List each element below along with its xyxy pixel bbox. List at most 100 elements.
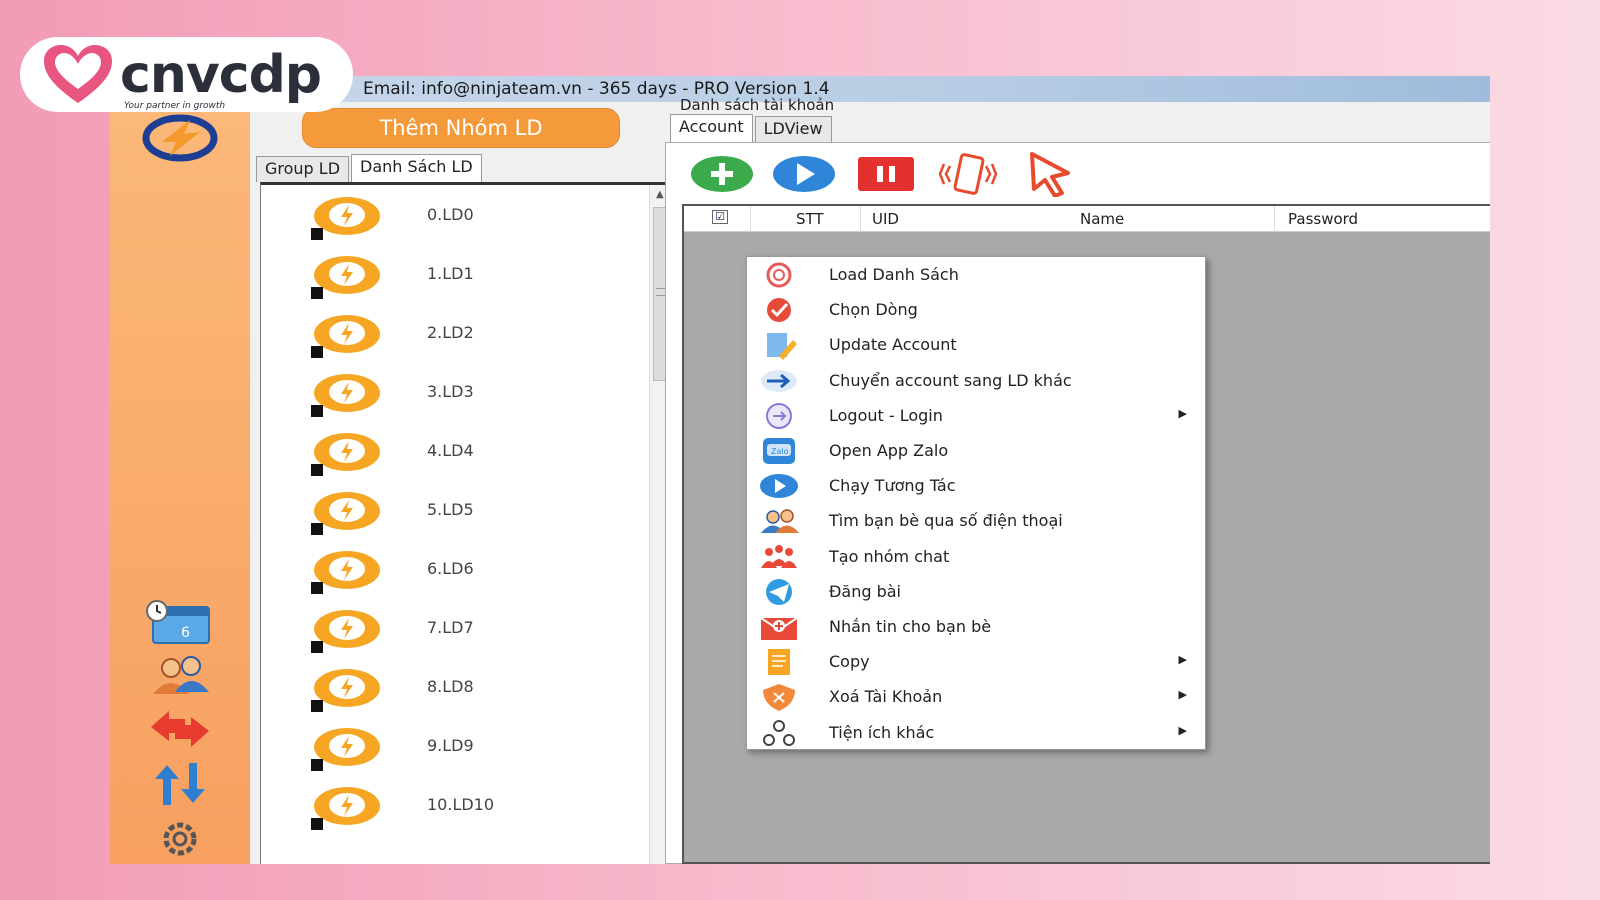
menu-item-label: Tạo nhóm chat [829, 546, 950, 566]
list-item[interactable]: 2.LD2 [311, 309, 611, 359]
ldplayer-icon [311, 669, 380, 712]
svg-text:Zalo: Zalo [771, 447, 789, 456]
pause-icon [858, 157, 914, 191]
submenu-arrow-icon: ▶ [1178, 653, 1187, 667]
context-menu: Load Danh Sách Chọn Dòng Update Account Chu… [746, 256, 1206, 750]
cursor-button[interactable] [1018, 150, 1082, 198]
add-icon [691, 156, 753, 192]
calendar-icon[interactable]: 6 [145, 598, 215, 646]
add-group-button[interactable]: Thêm Nhóm LD [302, 108, 620, 148]
scroll-up-arrow[interactable]: ▲ [656, 189, 664, 200]
menu-item[interactable]: Update Account [747, 327, 1205, 362]
submenu-arrow-icon: ▶ [1178, 406, 1187, 420]
list-item-label: 2.LD2 [427, 323, 474, 342]
list-item-label: 3.LD3 [427, 382, 474, 401]
pause-button[interactable] [854, 150, 918, 198]
add-button[interactable] [690, 150, 754, 198]
copy-icon [757, 647, 801, 677]
menu-item-label: Chọn Dòng [829, 300, 918, 320]
gear-icon[interactable] [145, 812, 215, 860]
menu-item-label: Logout - Login [829, 405, 943, 425]
column-password[interactable]: Password [1288, 210, 1358, 228]
menu-item[interactable]: Logout - Login ▶ [747, 398, 1205, 433]
tab-danh-sach-ld[interactable]: Danh Sách LD [351, 154, 482, 182]
delete-shield-icon [757, 682, 801, 712]
menu-item-label: Update Account [829, 335, 957, 355]
list-item[interactable]: 8.LD8 [311, 663, 611, 713]
telegram-icon [757, 577, 801, 607]
tab-account[interactable]: Account [670, 114, 753, 142]
select-all-checkbox[interactable]: ☑ [712, 210, 728, 224]
list-item[interactable]: 9.LD9 [311, 722, 611, 772]
list-item-label: 7.LD7 [427, 618, 474, 637]
list-item[interactable]: 1.LD1 [311, 250, 611, 300]
menu-item-label: Open App Zalo [829, 441, 949, 460]
group-chat-icon [757, 542, 801, 572]
utilities-icon [757, 718, 801, 748]
brand-tagline: Your partner in growth [124, 100, 226, 111]
grid-header: ☑ STT UID Name Password [684, 206, 1490, 232]
ldplayer-icon [311, 492, 380, 535]
list-item[interactable]: 5.LD5 [311, 486, 611, 536]
list-item[interactable]: 7.LD7 [311, 604, 611, 654]
list-item[interactable]: 10.LD10 [311, 781, 611, 831]
menu-item[interactable]: Chuyển account sang LD khác [747, 363, 1205, 398]
menu-item[interactable]: Tạo nhóm chat [747, 539, 1205, 574]
menu-item[interactable]: Xoá Tài Khoản ▶ [747, 679, 1205, 714]
tab-group-ld[interactable]: Group LD [256, 156, 350, 182]
list-item-label: 5.LD5 [427, 500, 474, 519]
menu-item[interactable]: Đăng bài [747, 574, 1205, 609]
menu-item[interactable]: Zalo Open App Zalo [747, 433, 1205, 468]
list-item-label: 1.LD1 [427, 264, 474, 283]
menu-item[interactable]: Chọn Dòng [747, 292, 1205, 327]
tab-ldview[interactable]: LDView [754, 116, 832, 142]
svg-text:6: 6 [181, 625, 190, 641]
app-window: Email: info@ninjateam.vn - 365 days - PR… [110, 76, 1490, 864]
menu-item[interactable]: Tìm bạn bè qua số điện thoại [747, 503, 1205, 538]
menu-item-label: Đăng bài [829, 581, 901, 601]
phone-shake-button[interactable] [936, 150, 1000, 198]
users-icon[interactable] [145, 652, 215, 700]
submenu-arrow-icon: ▶ [1178, 723, 1187, 737]
ldplayer-icon [311, 374, 380, 417]
column-stt[interactable]: STT [796, 210, 824, 228]
menu-item[interactable]: Tiện ích khác ▶ [747, 715, 1205, 750]
reload-icon [757, 260, 801, 290]
menu-item-label: Xoá Tài Khoản [829, 687, 943, 707]
menu-item-label: Copy [829, 652, 870, 672]
heart-logo-icon [44, 44, 112, 103]
submenu-arrow-icon: ▶ [1178, 688, 1187, 702]
list-item[interactable]: 0.LD0 [311, 191, 611, 241]
menu-item[interactable]: Chạy Tương Tác [747, 468, 1205, 503]
brand-name: cnvcdp [120, 44, 322, 105]
edit-document-icon [757, 330, 801, 361]
play-button[interactable] [772, 150, 836, 198]
group-tabs: Group LD Danh Sách LD [256, 154, 484, 182]
ld-list: ▲ 0.LD0 1.LD1 2.LD2 3.LD3 4.LD4 5.LD5 6.LD6 7.L… [260, 182, 672, 864]
menu-item[interactable]: Load Danh Sách [747, 257, 1205, 292]
menu-item-label: Nhắn tin cho bạn bè [829, 617, 992, 636]
ldplayer-icon [311, 728, 380, 771]
list-item[interactable]: 6.LD6 [311, 545, 611, 595]
menu-item-label: Tìm bạn bè qua số điện thoại [829, 511, 1063, 531]
list-item[interactable]: 3.LD3 [311, 368, 611, 418]
column-name[interactable]: Name [1080, 210, 1124, 228]
brand-badge: cnvcdp Your partner in growth [20, 37, 353, 112]
account-tabs: Account LDView [670, 114, 834, 142]
sidebar-rail: 6 [110, 76, 250, 864]
play-circle-icon [757, 471, 801, 501]
list-item[interactable]: 4.LD4 [311, 427, 611, 477]
list-item-label: 8.LD8 [427, 677, 474, 696]
menu-item-label: Chuyển account sang LD khác [829, 370, 1072, 390]
menu-item[interactable]: Copy ▶ [747, 644, 1205, 679]
sort-arrows-icon[interactable] [145, 760, 215, 808]
sync-arrows-icon[interactable] [145, 704, 215, 752]
ldplayer-icon [311, 315, 380, 358]
list-item-label: 10.LD10 [427, 795, 495, 814]
column-uid[interactable]: UID [872, 210, 899, 228]
ldplayer-icon [311, 551, 380, 594]
zalo-icon: Zalo [757, 436, 801, 466]
play-icon [773, 156, 835, 192]
menu-item[interactable]: Nhắn tin cho bạn bè [747, 609, 1205, 644]
cursor-icon [1030, 152, 1070, 197]
